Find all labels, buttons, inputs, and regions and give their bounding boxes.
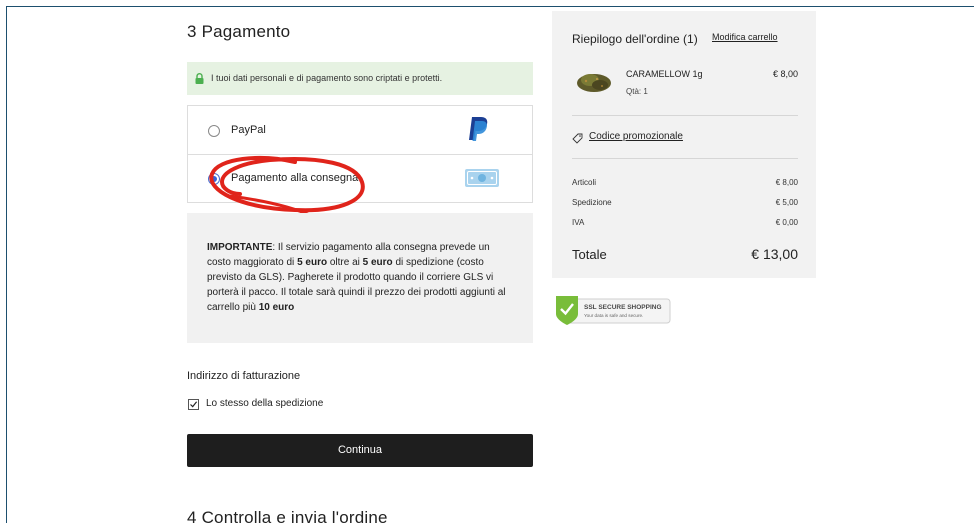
promo-code-link[interactable]: Codice promozionale: [589, 131, 683, 142]
vat-value: € 0,00: [775, 218, 798, 227]
important-title: IMPORTANTE: [207, 242, 273, 253]
edit-cart-link[interactable]: Modifica carrello: [712, 32, 778, 42]
important-text-2: oltre ai: [327, 257, 363, 268]
secure-note-text: I tuoi dati personali e di pagamento son…: [211, 73, 443, 83]
tag-icon: [572, 133, 583, 144]
step-3-title: 3 Pagamento: [187, 22, 291, 41]
total-label: Totale: [572, 247, 607, 262]
vat-label: IVA: [572, 218, 585, 227]
cash-on-delivery-label[interactable]: Pagamento alla consegna: [231, 172, 358, 184]
ssl-secure-shopping-badge: SSL SECURE SHOPPING Your data is safe an…: [556, 296, 671, 325]
paypal-label[interactable]: PayPal: [231, 124, 266, 136]
important-amount-1: 5 euro: [297, 257, 328, 268]
billing-address-label: Indirizzo di fatturazione: [187, 370, 301, 382]
cash-on-delivery-radio[interactable]: [208, 173, 220, 185]
order-summary-title: Riepilogo dell'ordine (1): [572, 32, 698, 46]
summary-divider: [572, 115, 798, 116]
paypal-icon: [469, 117, 488, 141]
product-quantity: Qtà: 1: [626, 87, 648, 96]
secure-payment-note: I tuoi dati personali e di pagamento son…: [187, 62, 533, 95]
shipping-label: Spedizione: [572, 198, 612, 207]
product-price: € 8,00: [772, 69, 798, 79]
ssl-badge-title: SSL SECURE SHOPPING: [584, 304, 662, 311]
payment-option-paypal[interactable]: PayPal: [188, 106, 532, 155]
shipping-value: € 5,00: [775, 198, 798, 207]
continue-button[interactable]: Continua: [187, 434, 533, 467]
radio-selected-dot: [211, 176, 217, 182]
cash-icon: [465, 169, 499, 187]
same-as-shipping-label[interactable]: Lo stesso della spedizione: [206, 398, 323, 409]
payment-methods: PayPal Pagamento alla consegna: [187, 105, 533, 203]
summary-divider: [572, 158, 798, 159]
checkmark-icon: [190, 401, 198, 408]
subtotal-label: Articoli: [572, 178, 597, 187]
paypal-radio[interactable]: [208, 125, 220, 137]
window-frame-left: [6, 6, 7, 523]
important-notice: IMPORTANTE: Il servizio pagamento alla c…: [187, 213, 533, 343]
step-4-title: 4 Controlla e invia l'ordine: [187, 508, 388, 527]
order-summary: Riepilogo dell'ordine (1) Modifica carre…: [552, 11, 816, 278]
important-amount-2: 5 euro: [362, 257, 393, 268]
window-frame-top: [6, 6, 974, 7]
important-amount-3: 10 euro: [258, 302, 295, 313]
product-thumbnail: [577, 74, 611, 92]
ssl-badge-subtitle: Your data is safe and secure.: [584, 313, 643, 318]
total-value: € 13,00: [751, 246, 798, 262]
subtotal-value: € 8,00: [775, 178, 798, 187]
payment-option-cash-on-delivery[interactable]: Pagamento alla consegna: [188, 155, 532, 203]
product-name: CARAMELLOW 1g: [626, 69, 703, 79]
same-as-shipping-checkbox[interactable]: [188, 399, 199, 410]
lock-icon: [195, 73, 204, 84]
